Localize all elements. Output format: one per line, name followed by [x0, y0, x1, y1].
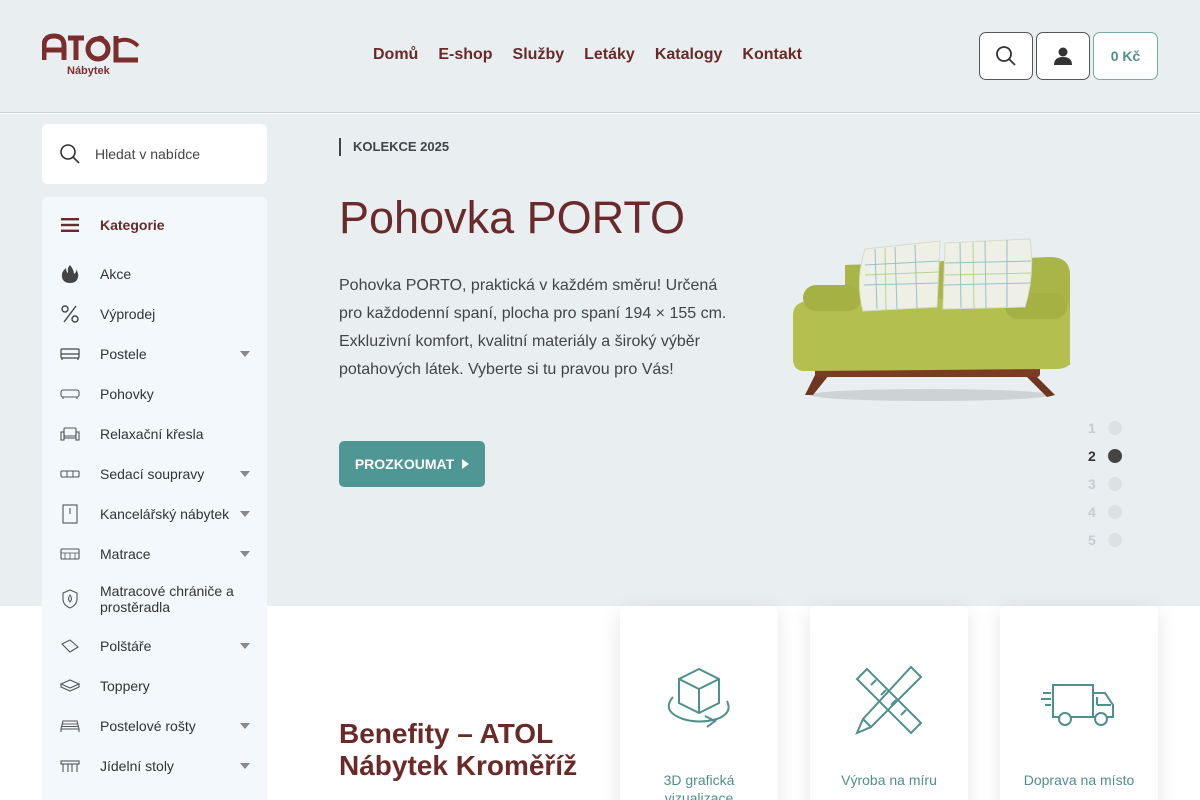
benefit-card-delivery[interactable]: Doprava na místo [1000, 606, 1158, 800]
hero-description: Pohovka PORTO, praktická v každém směru!… [339, 277, 727, 378]
chevron-down-icon[interactable] [240, 511, 250, 517]
sidebar-item-label: Sedací soupravy [100, 466, 205, 482]
chevron-down-icon[interactable] [240, 551, 250, 557]
percent-icon [61, 305, 79, 323]
sidebar-item-akce[interactable]: Akce [60, 264, 250, 284]
sidebar-item-label: Toppery [100, 678, 150, 694]
cabinet-icon [62, 504, 78, 524]
sidebar-item-label: Polštáře [100, 638, 152, 654]
flame-icon [61, 265, 79, 283]
cart-button[interactable]: 0 Kč [1093, 32, 1158, 80]
sidebar-item-postelove-rosty[interactable]: Postelové rošty [60, 716, 250, 736]
search-button[interactable] [979, 32, 1033, 80]
benefit-label: 3D grafická vizualizace [663, 772, 735, 800]
search-input[interactable]: Hledat v nabídce [42, 124, 267, 184]
sidebar-item-jidelni-stoly[interactable]: Jídelní stoly [60, 756, 250, 776]
slide-dot-2[interactable]: 2 [1088, 448, 1128, 464]
sidebar-item-postele[interactable]: Postele [60, 344, 250, 364]
sidebar-item-label: Kancelářský nábytek [100, 506, 230, 522]
logo-mark [41, 33, 140, 63]
benefit-label: Výroba na míru [841, 772, 937, 788]
collection-tag: KOLEKCE 2025 [339, 138, 449, 156]
cube-rotate-icon [667, 667, 730, 728]
sidebar-item-matracove-chranice[interactable]: Matracové chrániče a prostěradla [60, 583, 250, 615]
topper-icon [60, 679, 80, 692]
drop-shield-icon [62, 589, 78, 609]
chevron-down-icon[interactable] [240, 763, 250, 769]
sidebar-item-label: Výprodej [100, 306, 156, 322]
mattress-icon [60, 548, 80, 560]
sidebar-item-label: Relaxační křesla [100, 426, 204, 442]
category-heading[interactable]: Kategorie [60, 217, 165, 233]
sidebar-item-pohovky[interactable]: Pohovky [60, 384, 250, 404]
nav-sluzby[interactable]: Služby [513, 46, 565, 64]
hero-title: Pohovka PORTO [339, 192, 686, 243]
sidebar-item-vyprodej[interactable]: Výprodej [60, 304, 250, 324]
chevron-down-icon[interactable] [240, 723, 250, 729]
sidebar-item-label: Pohovky [100, 386, 154, 402]
sidebar-item-relaxacni-kresla[interactable]: Relaxační křesla [60, 424, 250, 444]
explore-button-label: PROZKOUMAT [354, 456, 455, 472]
benefits-title: Benefity – ATOL Nábytek Kroměříž [339, 718, 578, 781]
armchair-icon [60, 427, 80, 441]
sidebar-item-polstare[interactable]: Polštáře [60, 636, 250, 656]
bed-icon [60, 348, 80, 360]
chevron-down-icon[interactable] [240, 351, 250, 357]
search-icon [996, 46, 1016, 66]
benefit-card-3d[interactable]: 3D grafická vizualizace [620, 606, 778, 800]
logo-subtitle: Nábytek [67, 65, 110, 77]
table-icon [60, 760, 80, 772]
slide-dot-4[interactable]: 4 [1088, 504, 1128, 520]
nav-domu[interactable]: Domů [373, 46, 418, 64]
sidebar-item-label: Postelové rošty [100, 718, 196, 734]
category-sidebar: Kategorie Akce Výprodej Postele Pohovky … [42, 197, 267, 800]
search-placeholder: Hledat v nabídce [95, 146, 201, 162]
nav-eshop[interactable]: E-shop [438, 46, 492, 64]
slide-dot-5[interactable]: 5 [1088, 532, 1128, 548]
pencil-ruler-icon [855, 665, 923, 735]
slatted-base-icon [60, 720, 80, 732]
sofa-icon [60, 389, 80, 399]
sidebar-item-sedaci-soupravy[interactable]: Sedací soupravy [60, 464, 250, 484]
sidebar-item-label: Jídelní stoly [100, 758, 174, 774]
nav-letaky[interactable]: Letáky [584, 46, 635, 64]
logo[interactable]: Nábytek [41, 32, 142, 80]
hamburger-icon [61, 218, 79, 232]
sidebar-item-matrace[interactable]: Matrace [60, 544, 250, 564]
search-icon [60, 144, 80, 164]
slide-dot-1[interactable]: 1 [1088, 420, 1128, 436]
pillow-icon [61, 639, 79, 653]
benefit-card-custom[interactable]: Výroba na míru [810, 606, 968, 800]
chevron-down-icon[interactable] [240, 471, 250, 477]
sofa-image [793, 238, 1070, 401]
main-nav: Domů E-shop Služby Letáky Katalogy Konta… [373, 46, 802, 64]
play-arrow-icon [462, 459, 470, 469]
sectional-icon [60, 470, 80, 478]
benefit-label: Doprava na místo [1023, 772, 1135, 788]
sidebar-item-label: Postele [100, 346, 147, 362]
user-icon [1054, 47, 1072, 65]
category-heading-label: Kategorie [100, 217, 165, 233]
explore-button[interactable]: PROZKOUMAT [339, 441, 485, 487]
account-button[interactable] [1036, 32, 1090, 80]
sidebar-item-toppery[interactable]: Toppery [60, 676, 250, 696]
site-header: Nábytek Domů E-shop Služby Letáky Katalo… [0, 0, 1200, 113]
sidebar-item-kancelarsky-nabytek[interactable]: Kancelářský nábytek [60, 504, 250, 524]
chevron-down-icon[interactable] [240, 643, 250, 649]
slide-dot-3[interactable]: 3 [1088, 476, 1128, 492]
delivery-van-icon [1041, 684, 1114, 726]
sidebar-item-label: Matrace [100, 546, 151, 562]
sidebar-item-label: Akce [100, 266, 132, 282]
sidebar-item-label: Matracové chrániče a prostěradla [100, 583, 234, 615]
nav-katalogy[interactable]: Katalogy [655, 46, 723, 64]
nav-kontakt[interactable]: Kontakt [742, 46, 802, 64]
